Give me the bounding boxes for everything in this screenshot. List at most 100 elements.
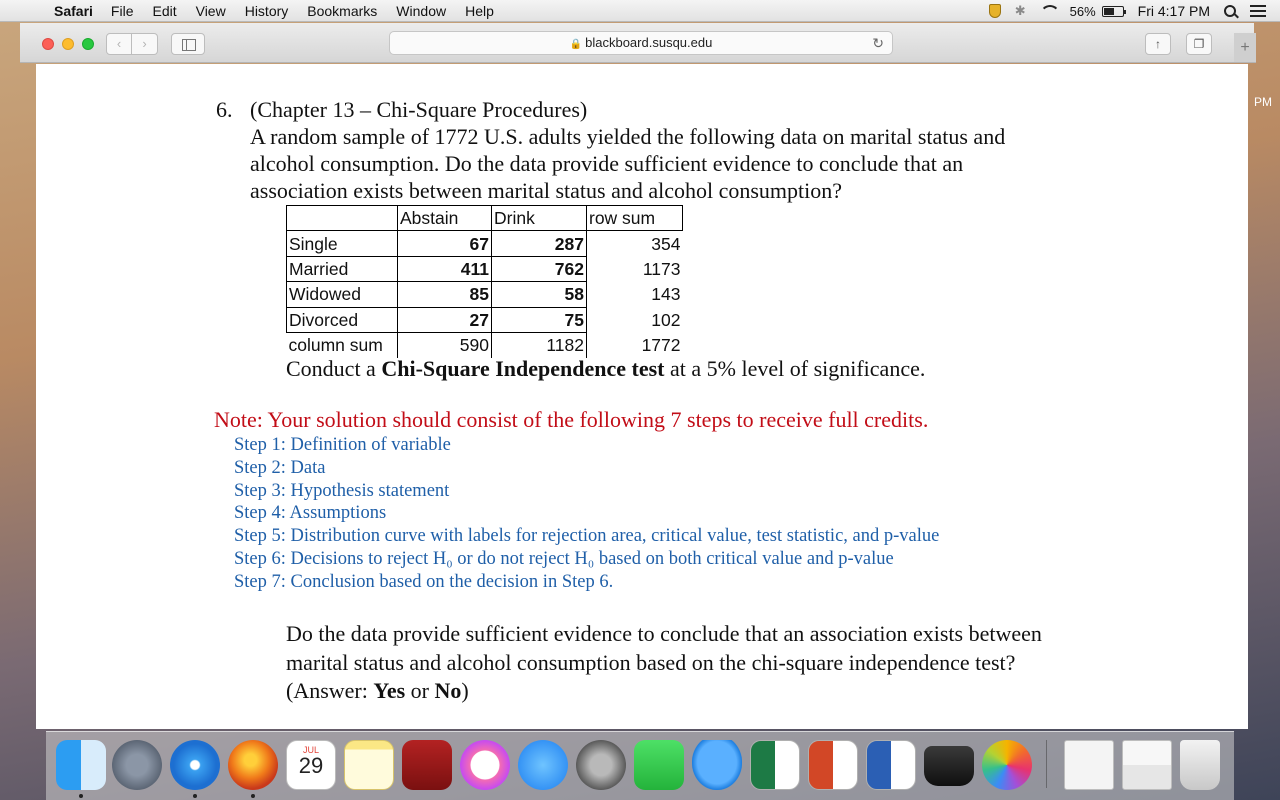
app-store-icon[interactable] [518, 740, 568, 790]
table-cell: 762 [491, 255, 587, 283]
battery-status[interactable]: 56% [1069, 3, 1126, 19]
calendar-day: 29 [298, 753, 324, 778]
table-header-row: Abstain Drink row sum [286, 204, 683, 232]
battery-percent: 56% [1069, 3, 1096, 19]
table-header-cell: Drink [491, 204, 587, 232]
word-icon[interactable] [866, 740, 916, 790]
downloads-stack-icon[interactable] [1122, 740, 1172, 790]
answer-prefix: (Answer: [286, 678, 374, 703]
table-footer-row: column sum 590 1182 1772 [287, 332, 683, 358]
background-window-text: PM [1254, 95, 1272, 109]
problem-line-2: alcohol consumption. Do the data provide… [250, 151, 964, 176]
dock-separator [1046, 740, 1047, 788]
menu-window[interactable]: Window [396, 3, 446, 19]
zoom-window-button[interactable] [82, 38, 94, 50]
table-row: Widowed 85 58 143 [286, 281, 683, 308]
table-header-cell: row sum [586, 204, 683, 232]
system-preferences-icon[interactable] [576, 740, 626, 790]
lock-icon: 🔒 [569, 39, 583, 50]
itunes-icon[interactable] [460, 740, 510, 790]
bluetooth-icon[interactable]: ✱ [1015, 3, 1026, 19]
table-header-cell: Abstain [397, 204, 492, 232]
close-window-button[interactable] [42, 38, 54, 50]
table-row: Single 67 287 354 [286, 230, 683, 257]
running-indicator [251, 794, 255, 798]
menubar-clock[interactable]: Fri 4:17 PM [1138, 3, 1210, 19]
spotlight-search-icon[interactable] [1224, 5, 1236, 17]
step-item: Step 6: Decisions to reject H₀ or do not… [234, 548, 894, 569]
tabs-overview-button[interactable]: ❐ [1186, 33, 1212, 55]
powerpoint-icon[interactable] [808, 740, 858, 790]
battery-icon [1101, 5, 1126, 17]
table-cell: 1173 [642, 258, 681, 279]
launchpad-icon[interactable] [112, 740, 162, 790]
photo-booth-icon[interactable] [402, 740, 452, 790]
step-item: Step 4: Assumptions [234, 503, 387, 524]
problem-statement: 6. (Chapter 13 – Chi-Square Procedures) … [216, 96, 1150, 204]
calendar-icon[interactable]: JUL 29 [286, 740, 336, 790]
dock: JUL 29 [46, 731, 1234, 800]
steps-list: Step 1: Definition of variable Step 2: D… [234, 434, 939, 594]
step-item: Step 5: Distribution curve with labels f… [234, 526, 940, 547]
browser-toolbar: ‹ › 🔒 blackboard.susqu.edu ↻ ↑ ❐ [20, 23, 1254, 63]
answer-no: No [434, 678, 462, 703]
table-cell: 411 [397, 255, 492, 283]
note-title: Note: Your solution should consist of th… [214, 407, 929, 432]
wifi-icon[interactable] [1039, 5, 1060, 17]
address-url: blackboard.susqu.edu [585, 35, 713, 50]
minimize-window-button[interactable] [62, 38, 74, 50]
window-controls [42, 38, 94, 50]
table-cell: 143 [651, 284, 681, 305]
table-cell: column sum [288, 335, 383, 356]
table-row: Divorced 27 75 102 [286, 306, 683, 333]
table-cell: 75 [491, 306, 587, 333]
table-cell: 58 [491, 281, 587, 308]
menu-edit[interactable]: Edit [152, 3, 176, 19]
printer-icon[interactable] [924, 746, 974, 786]
problem-number: 6. [216, 97, 233, 122]
table-row: Married 411 762 1173 [286, 255, 683, 283]
menu-app-name[interactable]: Safari [54, 3, 93, 19]
question-answer-options: (Answer: Yes or No) [286, 677, 1146, 706]
back-button[interactable]: ‹ [106, 33, 132, 55]
menu-history[interactable]: History [245, 3, 289, 19]
answer-suffix: ) [461, 678, 469, 703]
running-indicator [193, 794, 197, 798]
firefox-icon[interactable] [228, 740, 278, 790]
extension-shield-icon[interactable] [988, 4, 1001, 18]
instruction-text-end: at a 5% level of significance. [664, 356, 926, 381]
table-cell: Single [286, 230, 398, 257]
notification-center-icon[interactable] [1250, 5, 1266, 17]
address-bar[interactable]: 🔒 blackboard.susqu.edu ↻ [389, 31, 893, 55]
new-tab-button[interactable]: + [1234, 33, 1256, 63]
problem-line-1: A random sample of 1772 U.S. adults yiel… [250, 124, 1006, 149]
sidebar-toggle-button[interactable] [171, 33, 205, 55]
reload-icon[interactable]: ↻ [872, 32, 884, 54]
table-cell: 1772 [586, 332, 683, 358]
table-cell: Married [286, 255, 398, 283]
facetime-icon[interactable] [634, 740, 684, 790]
safari-icon[interactable] [170, 740, 220, 790]
messages-icon[interactable] [692, 740, 742, 790]
menu-help[interactable]: Help [465, 3, 494, 19]
share-button[interactable]: ↑ [1145, 33, 1171, 55]
instruction-test-name: Chi-Square Independence test [381, 356, 665, 381]
step-item: Step 3: Hypothesis statement [234, 480, 450, 501]
menu-bar: Safari File Edit View History Bookmarks … [0, 0, 1280, 22]
notes-icon[interactable] [344, 740, 394, 790]
documents-stack-icon[interactable] [1064, 740, 1114, 790]
problem-line-3: association exists between marital statu… [250, 178, 843, 203]
running-indicator [79, 794, 83, 798]
finder-icon[interactable] [56, 740, 106, 790]
forward-button[interactable]: › [132, 33, 158, 55]
trash-icon[interactable] [1180, 740, 1220, 790]
menu-file[interactable]: File [111, 3, 134, 19]
table-cell: 590 [397, 332, 492, 358]
table-cell: 354 [651, 233, 681, 254]
final-question: Do the data provide sufficient evidence … [286, 620, 1146, 706]
menu-view[interactable]: View [196, 3, 226, 19]
excel-icon[interactable] [750, 740, 800, 790]
photos-icon[interactable] [982, 740, 1032, 790]
answer-or: or [405, 678, 435, 703]
menu-bookmarks[interactable]: Bookmarks [307, 3, 377, 19]
